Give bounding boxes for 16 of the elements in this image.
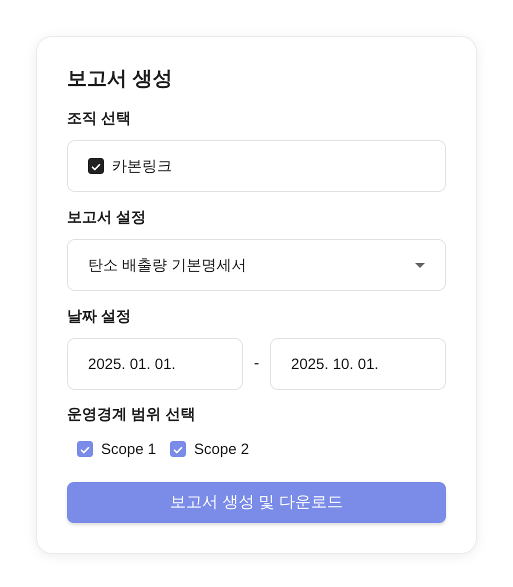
date-separator: - xyxy=(254,355,260,372)
form-title: 보고서 생성 xyxy=(67,67,174,92)
end-date-field[interactable]: 2025. 10. 01. xyxy=(270,338,446,390)
checkbox[interactable] xyxy=(77,441,93,457)
field-label: 날짜 설정 xyxy=(67,307,132,327)
checkbox[interactable] xyxy=(170,441,186,457)
report-type-dropdown[interactable]: 탄소 배출량 기본명세서 xyxy=(67,239,446,291)
checkbox-label[interactable]: Scope 2 xyxy=(194,440,250,458)
caret-icon xyxy=(415,262,425,268)
field-label: 보고서 설정 xyxy=(67,208,148,228)
checkbox-label[interactable]: 카본링크 xyxy=(112,156,172,176)
field-label: 운영경계 범위 선택 xyxy=(67,405,196,425)
start-date-field[interactable]: 2025. 01. 01. xyxy=(67,338,243,390)
field-label: 조직 선택 xyxy=(67,109,132,129)
checkbox-label[interactable]: Scope 1 xyxy=(101,440,156,458)
checkbox[interactable] xyxy=(88,158,104,174)
